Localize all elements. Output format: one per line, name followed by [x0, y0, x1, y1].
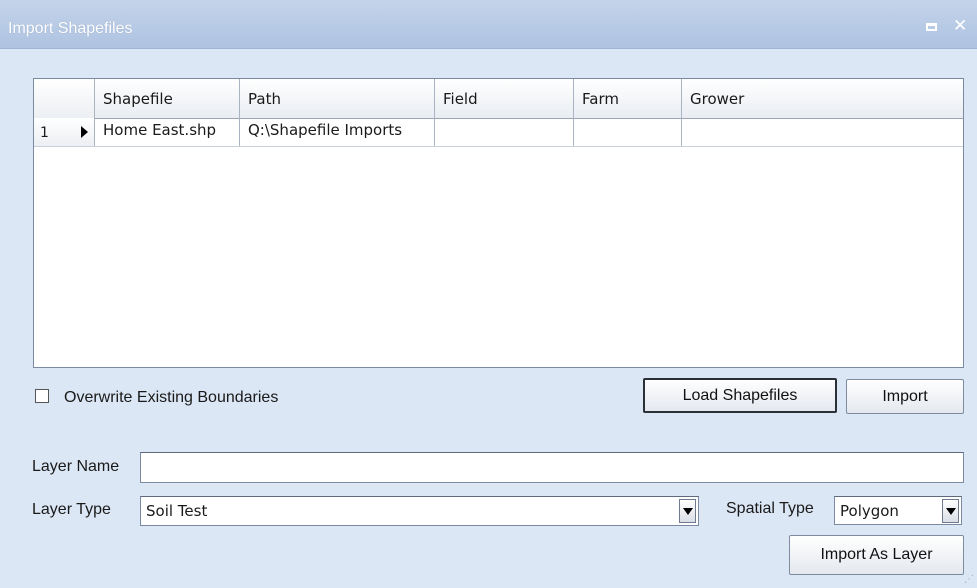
- column-header-grower[interactable]: Grower: [682, 79, 963, 118]
- close-icon[interactable]: ✕: [953, 18, 967, 35]
- import-as-layer-button[interactable]: Import As Layer: [789, 535, 964, 575]
- overwrite-label: Overwrite Existing Boundaries: [64, 389, 279, 406]
- cell-field[interactable]: [435, 118, 574, 146]
- layer-type-label: Layer Type: [32, 501, 111, 518]
- spatial-type-dropdown-button[interactable]: [942, 499, 959, 523]
- layer-type-value: Soil Test: [146, 502, 208, 520]
- shapefile-grid[interactable]: Shapefile Path Field Farm Grower 1 Home …: [33, 78, 964, 368]
- row-header[interactable]: 1: [34, 118, 95, 146]
- dropdown-arrow-icon: [683, 508, 693, 515]
- row-number: 1: [40, 125, 49, 141]
- cell-grower[interactable]: [682, 118, 963, 146]
- resize-grip-icon[interactable]: ⋰: [964, 574, 974, 585]
- table-row[interactable]: 1 Home East.shp Q:\Shapefile Imports: [34, 118, 963, 147]
- layer-type-dropdown-button[interactable]: [679, 499, 696, 523]
- window-title: Import Shapefiles: [8, 20, 133, 37]
- cell-path[interactable]: Q:\Shapefile Imports: [240, 118, 435, 146]
- title-bar: Import Shapefiles ✕: [0, 0, 977, 49]
- column-header-path[interactable]: Path: [240, 79, 435, 118]
- load-shapefiles-button[interactable]: Load Shapefiles: [643, 378, 837, 413]
- column-header-shapefile[interactable]: Shapefile: [95, 79, 240, 118]
- spatial-type-value: Polygon: [840, 502, 899, 520]
- layer-type-select[interactable]: Soil Test: [140, 496, 699, 526]
- spatial-type-select[interactable]: Polygon: [834, 496, 962, 525]
- current-row-arrow-icon: [81, 126, 88, 138]
- cell-farm[interactable]: [574, 118, 682, 146]
- grid-header: Shapefile Path Field Farm Grower: [34, 79, 963, 119]
- column-header-farm[interactable]: Farm: [574, 79, 682, 118]
- overwrite-checkbox[interactable]: [35, 389, 49, 403]
- layer-name-input[interactable]: [140, 452, 964, 483]
- row-header-corner[interactable]: [34, 79, 95, 118]
- cell-shapefile[interactable]: Home East.shp: [95, 118, 240, 146]
- import-button[interactable]: Import: [846, 379, 964, 414]
- dropdown-arrow-icon: [946, 508, 956, 515]
- spatial-type-label: Spatial Type: [726, 500, 814, 517]
- restore-icon[interactable]: [926, 23, 937, 31]
- column-header-field[interactable]: Field: [435, 79, 574, 118]
- layer-name-label: Layer Name: [32, 458, 120, 475]
